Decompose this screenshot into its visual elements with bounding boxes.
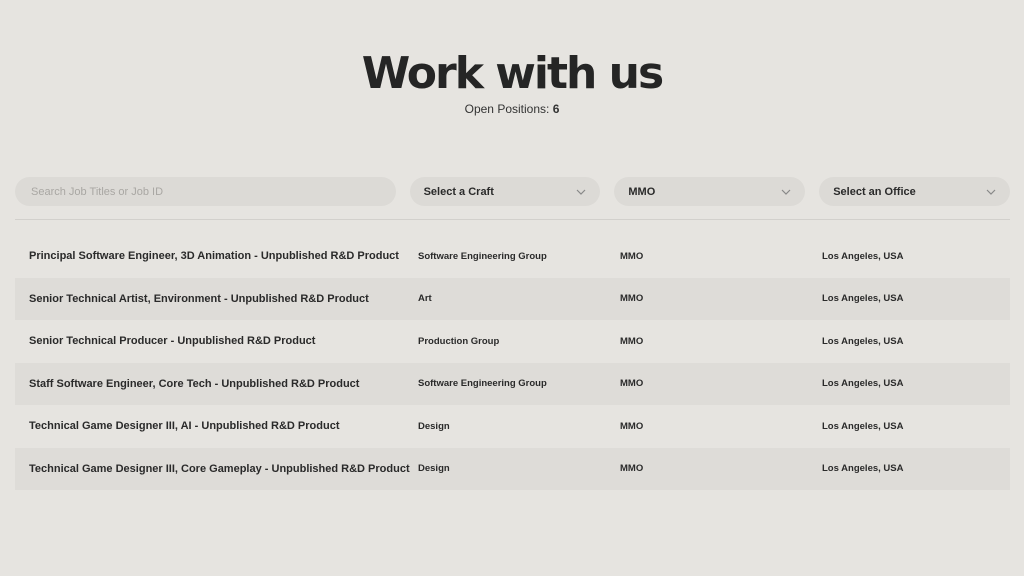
chevron-down-icon [781, 189, 791, 195]
job-craft: Production Group [418, 335, 500, 347]
job-team: MMO [620, 335, 644, 347]
job-row[interactable]: Staff Software Engineer, Core Tech - Unp… [15, 362, 1010, 405]
job-row[interactable]: Senior Technical Artist, Environment - U… [15, 277, 1010, 320]
job-row[interactable]: Principal Software Engineer, 3D Animatio… [15, 235, 1010, 278]
job-office: Los Angeles, USA [822, 335, 904, 347]
chevron-down-icon [576, 189, 586, 195]
job-craft: Software Engineering Group [418, 250, 547, 262]
job-craft: Art [418, 293, 432, 305]
job-title[interactable]: Principal Software Engineer, 3D Animatio… [15, 250, 418, 262]
job-list: Principal Software Engineer, 3D Animatio… [15, 235, 1010, 490]
job-team: MMO [620, 250, 644, 262]
job-craft: Design [418, 463, 450, 475]
team-select[interactable]: MMO [614, 177, 806, 206]
open-positions-count: 6 [552, 102, 560, 116]
job-row[interactable]: Technical Game Designer III, Core Gamepl… [15, 447, 1010, 490]
job-office: Los Angeles, USA [822, 250, 904, 262]
job-title[interactable]: Staff Software Engineer, Core Tech - Unp… [15, 378, 418, 390]
job-craft: Software Engineering Group [418, 378, 547, 390]
filter-bar: Select a Craft MMO Select an Office [15, 177, 1011, 206]
job-title[interactable]: Technical Game Designer III, AI - Unpubl… [15, 420, 418, 432]
job-row[interactable]: Technical Game Designer III, AI - Unpubl… [15, 405, 1010, 448]
craft-select-label: Select a Craft [423, 185, 494, 198]
chevron-down-icon [986, 189, 996, 195]
divider [15, 219, 1010, 220]
job-office: Los Angeles, USA [822, 378, 904, 390]
job-team: MMO [620, 378, 644, 390]
job-title[interactable]: Senior Technical Artist, Environment - U… [15, 293, 418, 305]
page-title: Work with us [361, 48, 664, 99]
job-team: MMO [620, 463, 644, 475]
job-search-input[interactable] [15, 177, 396, 206]
team-select-label: MMO [628, 185, 656, 198]
job-office: Los Angeles, USA [822, 293, 904, 305]
job-team: MMO [620, 293, 644, 305]
job-office: Los Angeles, USA [822, 463, 904, 475]
job-team: MMO [620, 420, 644, 432]
page-header: Work with us Open Positions: 6 [0, 0, 1024, 116]
open-positions: Open Positions: 6 [0, 102, 1024, 116]
office-select[interactable]: Select an Office [819, 177, 1011, 206]
job-office: Los Angeles, USA [822, 420, 904, 432]
job-row[interactable]: Senior Technical Producer - Unpublished … [15, 320, 1010, 363]
job-title[interactable]: Senior Technical Producer - Unpublished … [15, 335, 418, 347]
job-title[interactable]: Technical Game Designer III, Core Gamepl… [15, 463, 418, 475]
job-craft: Design [418, 420, 450, 432]
office-select-label: Select an Office [833, 185, 916, 198]
open-positions-label: Open Positions: [464, 102, 550, 116]
craft-select[interactable]: Select a Craft [409, 177, 601, 206]
